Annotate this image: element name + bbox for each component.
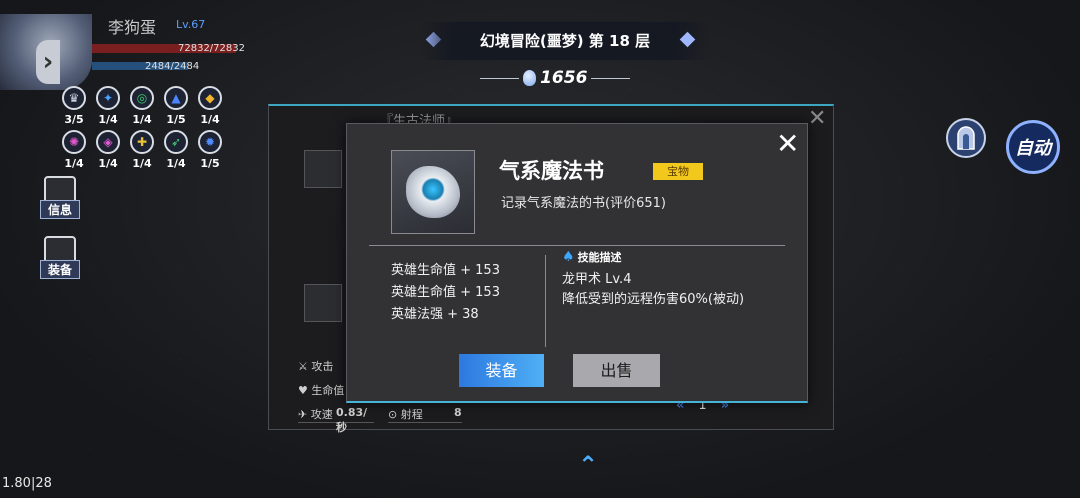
stat-attack-label: 攻击	[311, 360, 334, 373]
range-icon: ⊙	[388, 408, 398, 421]
buff-count: 1/4	[132, 157, 152, 170]
hp-text: 72832/72832	[178, 43, 245, 54]
info-button-label: 信息	[40, 200, 80, 219]
equipment-slot[interactable]	[304, 284, 342, 322]
floor-banner: 幻境冒险(噩梦) 第 18 层	[420, 22, 710, 60]
mage-hat-icon[interactable]: ▲	[164, 86, 188, 110]
gem-icon	[522, 70, 537, 86]
sword-icon: ⚔	[298, 360, 308, 373]
auto-battle-button[interactable]: 自动	[1006, 120, 1060, 174]
blue-gear-icon[interactable]: ✹	[198, 130, 222, 154]
gold-helmet-icon[interactable]: ◆	[198, 86, 222, 110]
magic-book-icon	[406, 166, 460, 218]
gem-value: 1656	[540, 68, 588, 88]
gem-line-left	[480, 77, 519, 79]
stat-range-label: 射程	[400, 408, 423, 421]
spade-icon: ♠	[562, 249, 575, 265]
buff-count: 1/5	[200, 157, 220, 170]
chevron-up-icon[interactable]: ⌃	[573, 452, 603, 482]
buff-count: 1/4	[98, 113, 118, 126]
item-name: 气系魔法书	[499, 159, 604, 183]
skill-header-label: 技能描述	[577, 251, 622, 264]
mp-text: 2484/2484	[145, 61, 200, 72]
divider	[369, 245, 785, 246]
stat-range-value: 8	[454, 406, 462, 419]
portal-button[interactable]	[946, 118, 986, 158]
version-text: 1.80|28	[2, 476, 52, 491]
portal-icon	[957, 126, 975, 150]
player-level: Lv.67	[176, 18, 206, 31]
item-rarity-badge: 宝物	[653, 163, 703, 180]
buff-count: 1/4	[64, 157, 84, 170]
heart-icon: ♥	[298, 384, 308, 397]
buff-count: 1/4	[132, 113, 152, 126]
skill-name: 龙甲术 Lv.4	[562, 272, 632, 287]
buff-count: 1/4	[166, 157, 186, 170]
green-ring-icon[interactable]: ◎	[130, 86, 154, 110]
stat-speed-label: 攻速	[310, 408, 333, 421]
hero-panel-close-icon[interactable]: ✕	[808, 106, 826, 131]
blue-rune-icon[interactable]: ✦	[96, 86, 120, 110]
item-stat: 英雄生命值 + 153	[391, 285, 500, 300]
gem-counter: 1656	[480, 64, 630, 92]
info-button[interactable]: 信息	[40, 176, 80, 219]
item-stat: 英雄生命值 + 153	[391, 263, 500, 278]
equipment-button[interactable]: 装备	[40, 236, 80, 279]
gold-cross-icon[interactable]: ✚	[130, 130, 154, 154]
skill-description: 降低受到的远程伤害60%(被动)	[562, 292, 745, 307]
speed-icon: ✈	[298, 408, 308, 421]
item-icon	[391, 150, 475, 234]
divider	[545, 255, 546, 347]
shield-buff-icon[interactable]: ♛	[62, 86, 86, 110]
gem-line-right	[591, 77, 630, 79]
close-icon[interactable]: ✕	[776, 130, 799, 158]
stat-speed: ✈ 攻速 0.83/秒	[298, 406, 374, 434]
expand-arrow-icon[interactable]: ›	[36, 40, 60, 84]
stat-hp-label: 生命值	[311, 384, 345, 397]
pink-gem-icon[interactable]: ◈	[96, 130, 120, 154]
sell-button[interactable]: 出售	[573, 354, 660, 387]
buff-count: 1/5	[166, 113, 186, 126]
item-description: 记录气系魔法的书(评价651)	[501, 196, 666, 211]
buff-count: 1/4	[200, 113, 220, 126]
equip-button[interactable]: 装备	[459, 354, 544, 387]
buff-count: 1/4	[98, 157, 118, 170]
equipment-button-label: 装备	[40, 260, 80, 279]
green-runner-icon[interactable]: ➶	[164, 130, 188, 154]
buff-count: 3/5	[64, 113, 84, 126]
stat-speed-value: 0.83/秒	[336, 406, 368, 434]
pink-orb-icon[interactable]: ✺	[62, 130, 86, 154]
item-stat: 英雄法强 + 38	[391, 307, 479, 322]
skill-header: ♠ 技能描述	[562, 249, 622, 265]
player-name: 李狗蛋	[108, 18, 157, 37]
stat-range: ⊙ 射程 8	[388, 406, 462, 423]
equipment-slot[interactable]	[304, 150, 342, 188]
